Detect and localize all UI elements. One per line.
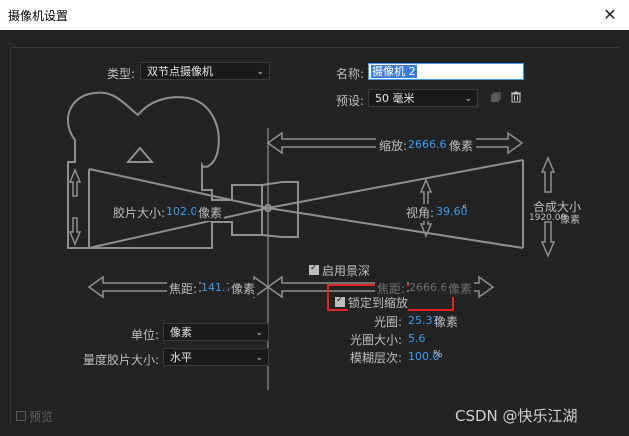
- chevron-down-icon: ⌄: [255, 353, 263, 363]
- comp-size-unit: 像素: [560, 215, 580, 226]
- angle-label: 视角:: [404, 204, 437, 221]
- f-stop-value[interactable]: 5.6: [408, 332, 426, 345]
- preview-label: 预览: [29, 410, 54, 424]
- units-select-value: 像素: [170, 326, 192, 339]
- aperture-label: 光圈:: [374, 315, 403, 329]
- preview-checkbox[interactable]: [16, 411, 26, 421]
- measure-film-label: 量度胶片大小:: [83, 353, 160, 367]
- enable-dof-checkbox[interactable]: [309, 263, 319, 275]
- zoom-unit: 像素: [446, 137, 477, 154]
- focal-length-label: 焦距:: [167, 280, 200, 297]
- lock-zoom-label: 锁定到缩放: [348, 294, 409, 311]
- blur-level-label: 模糊层次:: [350, 351, 403, 365]
- aperture-unit: 像素: [434, 315, 459, 329]
- enable-dof-label: 启用景深: [322, 264, 371, 278]
- angle-unit: °: [462, 204, 467, 215]
- focal-length-unit: 像素: [229, 280, 258, 297]
- measure-film-select[interactable]: 水平 ⌄: [163, 348, 269, 366]
- measure-film-select-value: 水平: [170, 351, 192, 364]
- film-size-unit: 像素: [196, 204, 225, 221]
- blur-level-unit: %: [433, 349, 443, 360]
- lock-zoom-checkbox[interactable]: [335, 295, 345, 307]
- camera-notch: [125, 146, 155, 163]
- film-size-label: 胶片大小:: [111, 204, 168, 221]
- units-label: 单位:: [131, 328, 160, 342]
- watermark: CSDN @快乐江湖: [455, 407, 578, 425]
- focus-distance-unit: 像素: [446, 280, 475, 297]
- zoom-label: 缩放:: [376, 137, 411, 154]
- chevron-down-icon: ⌄: [255, 328, 263, 338]
- f-stop-label: 光圈大小:: [350, 333, 403, 347]
- units-select[interactable]: 像素 ⌄: [163, 323, 269, 341]
